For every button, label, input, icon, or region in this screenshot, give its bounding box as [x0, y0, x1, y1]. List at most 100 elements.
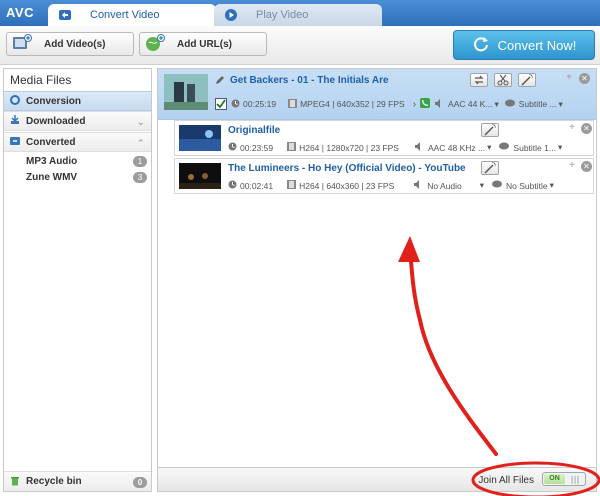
title-bar: AVC Convert Video Play Video	[0, 0, 600, 26]
duration: 00:25:19	[243, 99, 277, 109]
recycle-bin-count-badge: 0	[133, 477, 147, 488]
add-video-label: Add Video(s)	[44, 38, 106, 50]
audio-info[interactable]: No Audio	[427, 181, 462, 191]
chevron-down-icon[interactable]: ▾	[480, 180, 484, 191]
subtitle-icon	[499, 142, 510, 153]
toggle-grip-icon	[570, 475, 580, 487]
phone-icon	[420, 98, 431, 110]
duration: 00:23:59	[240, 142, 274, 153]
bottom-bar: Join All Files ON	[157, 468, 597, 492]
join-all-files-toggle[interactable]: ON	[542, 472, 586, 486]
tab-play-video-label: Play Video	[256, 9, 309, 21]
add-url-button[interactable]: Add URL(s)	[139, 32, 267, 56]
convert-now-button[interactable]: Convert Now!	[453, 30, 595, 60]
speaker-icon	[414, 142, 424, 153]
tab-convert-video[interactable]: Convert Video	[48, 4, 216, 26]
sidebar-item-downloaded[interactable]: Downloaded ⌄	[4, 111, 151, 131]
remove-file-button[interactable]: ✕	[581, 123, 592, 134]
edit-effects-button[interactable]	[470, 73, 488, 87]
add-url-label: Add URL(s)	[177, 38, 232, 50]
checkbox-checked-icon[interactable]	[215, 98, 227, 110]
file-row-child[interactable]: Originalfile + ✕ 00:23:59 H264 | 1280x72…	[174, 120, 594, 156]
film-icon	[288, 98, 298, 110]
chevron-up-icon[interactable]: ⌃	[137, 138, 145, 148]
sidebar-item-mp3-audio-label[interactable]: MP3 Audio	[26, 156, 77, 167]
magic-wand-button[interactable]	[481, 161, 499, 175]
remove-file-button[interactable]: ✕	[579, 73, 590, 84]
cut-button[interactable]	[494, 73, 512, 87]
chevron-down-icon[interactable]: ▾	[487, 142, 491, 153]
toggle-on-label: ON	[544, 474, 565, 484]
subtitle-icon	[492, 180, 503, 191]
clock-icon	[228, 180, 237, 191]
sidebar-item-converted[interactable]: Converted ⌃	[4, 132, 151, 152]
mp3-audio-count-badge: 1	[133, 156, 147, 167]
audio-info[interactable]: AAC 48 KHz ...	[428, 143, 485, 153]
file-row-parent[interactable]: Get Backers - 01 - The Initials Are + ✕ …	[158, 69, 596, 120]
conversion-icon	[10, 94, 20, 108]
tab-convert-video-label: Convert Video	[90, 9, 160, 21]
file-thumbnail	[179, 163, 221, 189]
join-all-files-label: Join All Files	[478, 475, 534, 486]
file-title[interactable]: Get Backers - 01 - The Initials Are	[230, 75, 389, 86]
add-video-button[interactable]: Add Video(s)	[6, 32, 134, 56]
sidebar-item-converted-label: Converted	[26, 136, 76, 148]
film-icon	[287, 180, 297, 191]
app-logo: AVC	[6, 5, 34, 20]
chevron-down-icon[interactable]: ▾	[559, 99, 563, 110]
file-list: Get Backers - 01 - The Initials Are + ✕ …	[157, 68, 597, 468]
audio-info[interactable]: AAC 44 K...	[448, 99, 492, 109]
file-title[interactable]: The Lumineers - Ho Hey (Official Video) …	[228, 163, 466, 174]
chevron-down-icon[interactable]: ▾	[550, 180, 554, 191]
sidebar-item-conversion[interactable]: Conversion	[4, 91, 151, 111]
sidebar-title: Media Files	[10, 73, 72, 87]
video-info: H264 | 1280x720 | 23 FPS	[299, 142, 399, 153]
file-title[interactable]: Originalfile	[228, 125, 280, 136]
speaker-icon	[435, 98, 444, 110]
sidebar-item-zune-wmv-label[interactable]: Zune WMV	[26, 172, 77, 183]
globe-add-icon	[145, 33, 165, 55]
sidebar-item-recycle-bin[interactable]: Recycle bin 0	[4, 471, 151, 491]
add-segment-icon[interactable]: +	[564, 73, 574, 83]
media-files-sidebar: Media Files Conversion Downloaded ⌄ Conv…	[3, 68, 152, 492]
zune-wmv-count-badge: 3	[133, 172, 147, 183]
add-segment-icon[interactable]: +	[567, 123, 577, 133]
add-segment-icon[interactable]: +	[567, 161, 577, 171]
file-row-child[interactable]: The Lumineers - Ho Hey (Official Video) …	[174, 158, 594, 194]
duration: 00:02:41	[240, 180, 274, 191]
file-meta: 00:02:41 H264 | 640x360 | 23 FPS No Audi…	[228, 180, 554, 191]
clock-icon	[228, 142, 237, 153]
video-info: H264 | 640x360 | 23 FPS	[299, 180, 395, 191]
clock-icon	[231, 99, 240, 110]
file-meta: 00:23:59 H264 | 1280x720 | 23 FPS AAC 48…	[228, 142, 562, 153]
chevron-down-icon[interactable]: ⌄	[137, 117, 145, 127]
subtitle-info[interactable]: No Subtitle	[506, 181, 548, 191]
file-thumbnail	[179, 125, 221, 151]
sidebar-item-downloaded-label: Downloaded	[26, 115, 86, 127]
converted-icon	[10, 136, 20, 149]
convert-icon	[58, 8, 72, 22]
file-meta: 00:25:19 MPEG4 | 640x352 | 29 FPS › AAC …	[215, 98, 563, 110]
play-icon	[224, 8, 238, 22]
chevron-down-icon[interactable]: ▾	[558, 142, 562, 153]
download-icon	[10, 114, 20, 128]
pencil-icon[interactable]	[215, 75, 225, 88]
tab-play-video[interactable]: Play Video	[214, 4, 382, 26]
remove-file-button[interactable]: ✕	[581, 161, 592, 172]
arrow-right-icon: ›	[412, 98, 417, 110]
chevron-down-icon[interactable]: ▾	[494, 99, 498, 110]
sidebar-item-recycle-bin-label: Recycle bin	[26, 476, 82, 487]
film-icon	[287, 142, 297, 153]
subtitle-info[interactable]: Subtitle 1...	[513, 143, 556, 153]
subtitle-info[interactable]: Subtitle ...	[519, 99, 557, 109]
film-add-icon	[12, 33, 32, 55]
magic-wand-button[interactable]	[481, 123, 499, 137]
sidebar-item-conversion-label: Conversion	[26, 95, 82, 107]
toolbar: Add Video(s) Add URL(s) Convert Now!	[0, 26, 600, 65]
file-thumbnail	[164, 74, 208, 110]
trash-icon	[10, 475, 20, 489]
magic-wand-button[interactable]	[518, 73, 536, 87]
speaker-icon	[414, 180, 423, 191]
video-info: MPEG4 | 640x352 | 29 FPS	[300, 99, 405, 109]
convert-now-label: Convert Now!	[497, 37, 577, 53]
